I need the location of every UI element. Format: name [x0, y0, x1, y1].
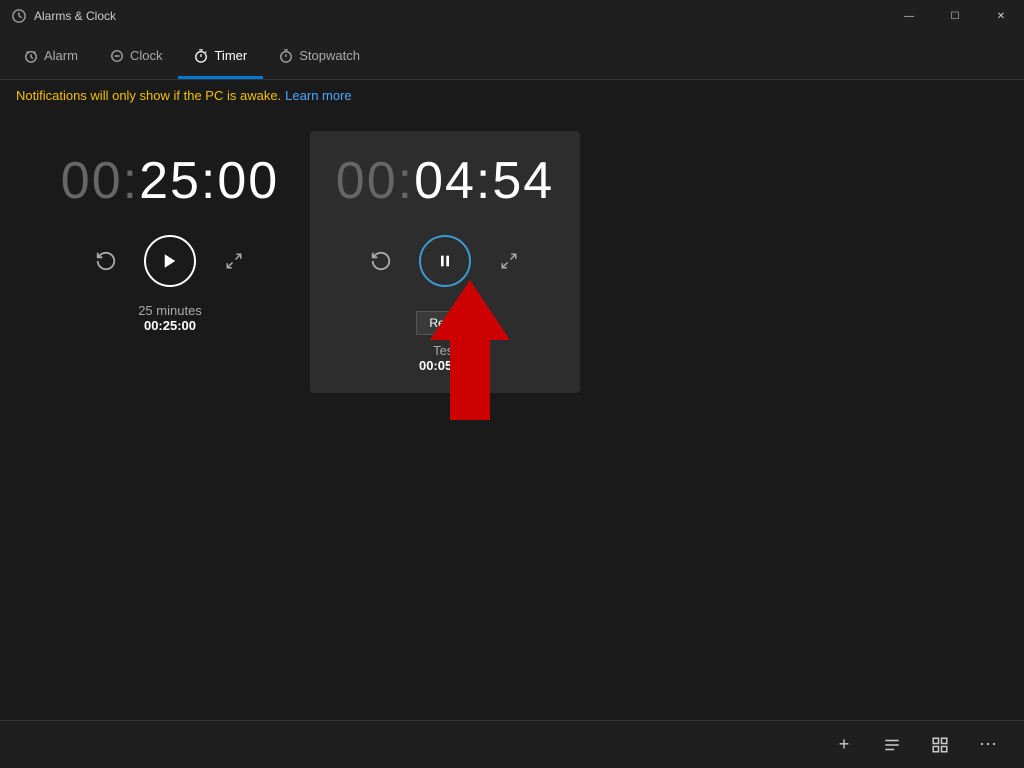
timer-active-display: 00:04:54 [336, 151, 554, 211]
arrow-indicator [430, 280, 510, 420]
title-bar-left: Alarms & Clock [12, 9, 116, 23]
timer-card-default: 00:25:00 [40, 131, 300, 353]
window-title: Alarms & Clock [34, 9, 116, 23]
expand-active-button[interactable] [491, 243, 527, 279]
timer-default-main: 25:00 [139, 152, 279, 210]
clock-icon [110, 49, 124, 63]
list-view-button[interactable] [872, 725, 912, 765]
timer-default-name: 25 minutes [138, 303, 202, 318]
arrow-head [430, 280, 510, 340]
learn-more-link[interactable]: Learn more [285, 88, 351, 103]
more-options-button[interactable]: ⋯ [968, 725, 1008, 765]
nav-alarm[interactable]: Alarm [8, 35, 94, 79]
timer-default-dim: 00: [61, 152, 139, 210]
alarm-icon [24, 49, 38, 63]
expand-default-button[interactable] [216, 243, 252, 279]
title-bar: Alarms & Clock — ☐ ✕ [0, 0, 1024, 32]
minimize-button[interactable]: — [886, 0, 932, 32]
nav-bar: Alarm Clock Timer Stopwatch [0, 32, 1024, 80]
title-bar-controls: — ☐ ✕ [886, 0, 1024, 32]
nav-timer[interactable]: Timer [178, 35, 263, 79]
close-button[interactable]: ✕ [978, 0, 1024, 32]
timer-icon [194, 49, 208, 63]
timer-default-label: 25 minutes 00:25:00 [138, 303, 202, 333]
app-icon [12, 9, 26, 23]
nav-alarm-label: Alarm [44, 48, 78, 63]
add-timer-button[interactable]: + [824, 725, 864, 765]
stopwatch-icon [279, 49, 293, 63]
nav-stopwatch-label: Stopwatch [299, 48, 360, 63]
grid-view-button[interactable] [920, 725, 960, 765]
nav-timer-label: Timer [214, 48, 247, 63]
nav-clock-label: Clock [130, 48, 163, 63]
timer-active-dim: 00: [336, 152, 414, 210]
timer-default-display: 00:25:00 [61, 151, 279, 211]
nav-stopwatch[interactable]: Stopwatch [263, 35, 376, 79]
reset-default-button[interactable] [88, 243, 124, 279]
main-content: 00:25:00 [0, 111, 1024, 413]
nav-clock[interactable]: Clock [94, 35, 179, 79]
notification-text: Notifications will only show if the PC i… [16, 88, 281, 103]
timer-default-controls [88, 235, 252, 287]
bottom-bar: + ⋯ [0, 720, 1024, 768]
play-button[interactable] [144, 235, 196, 287]
timer-default-time: 00:25:00 [138, 318, 202, 333]
reset-active-ctrl-button[interactable] [363, 243, 399, 279]
maximize-button[interactable]: ☐ [932, 0, 978, 32]
timer-active-main: 04:54 [414, 152, 554, 210]
arrow-shaft [450, 340, 490, 420]
notification-bar: Notifications will only show if the PC i… [0, 80, 1024, 111]
